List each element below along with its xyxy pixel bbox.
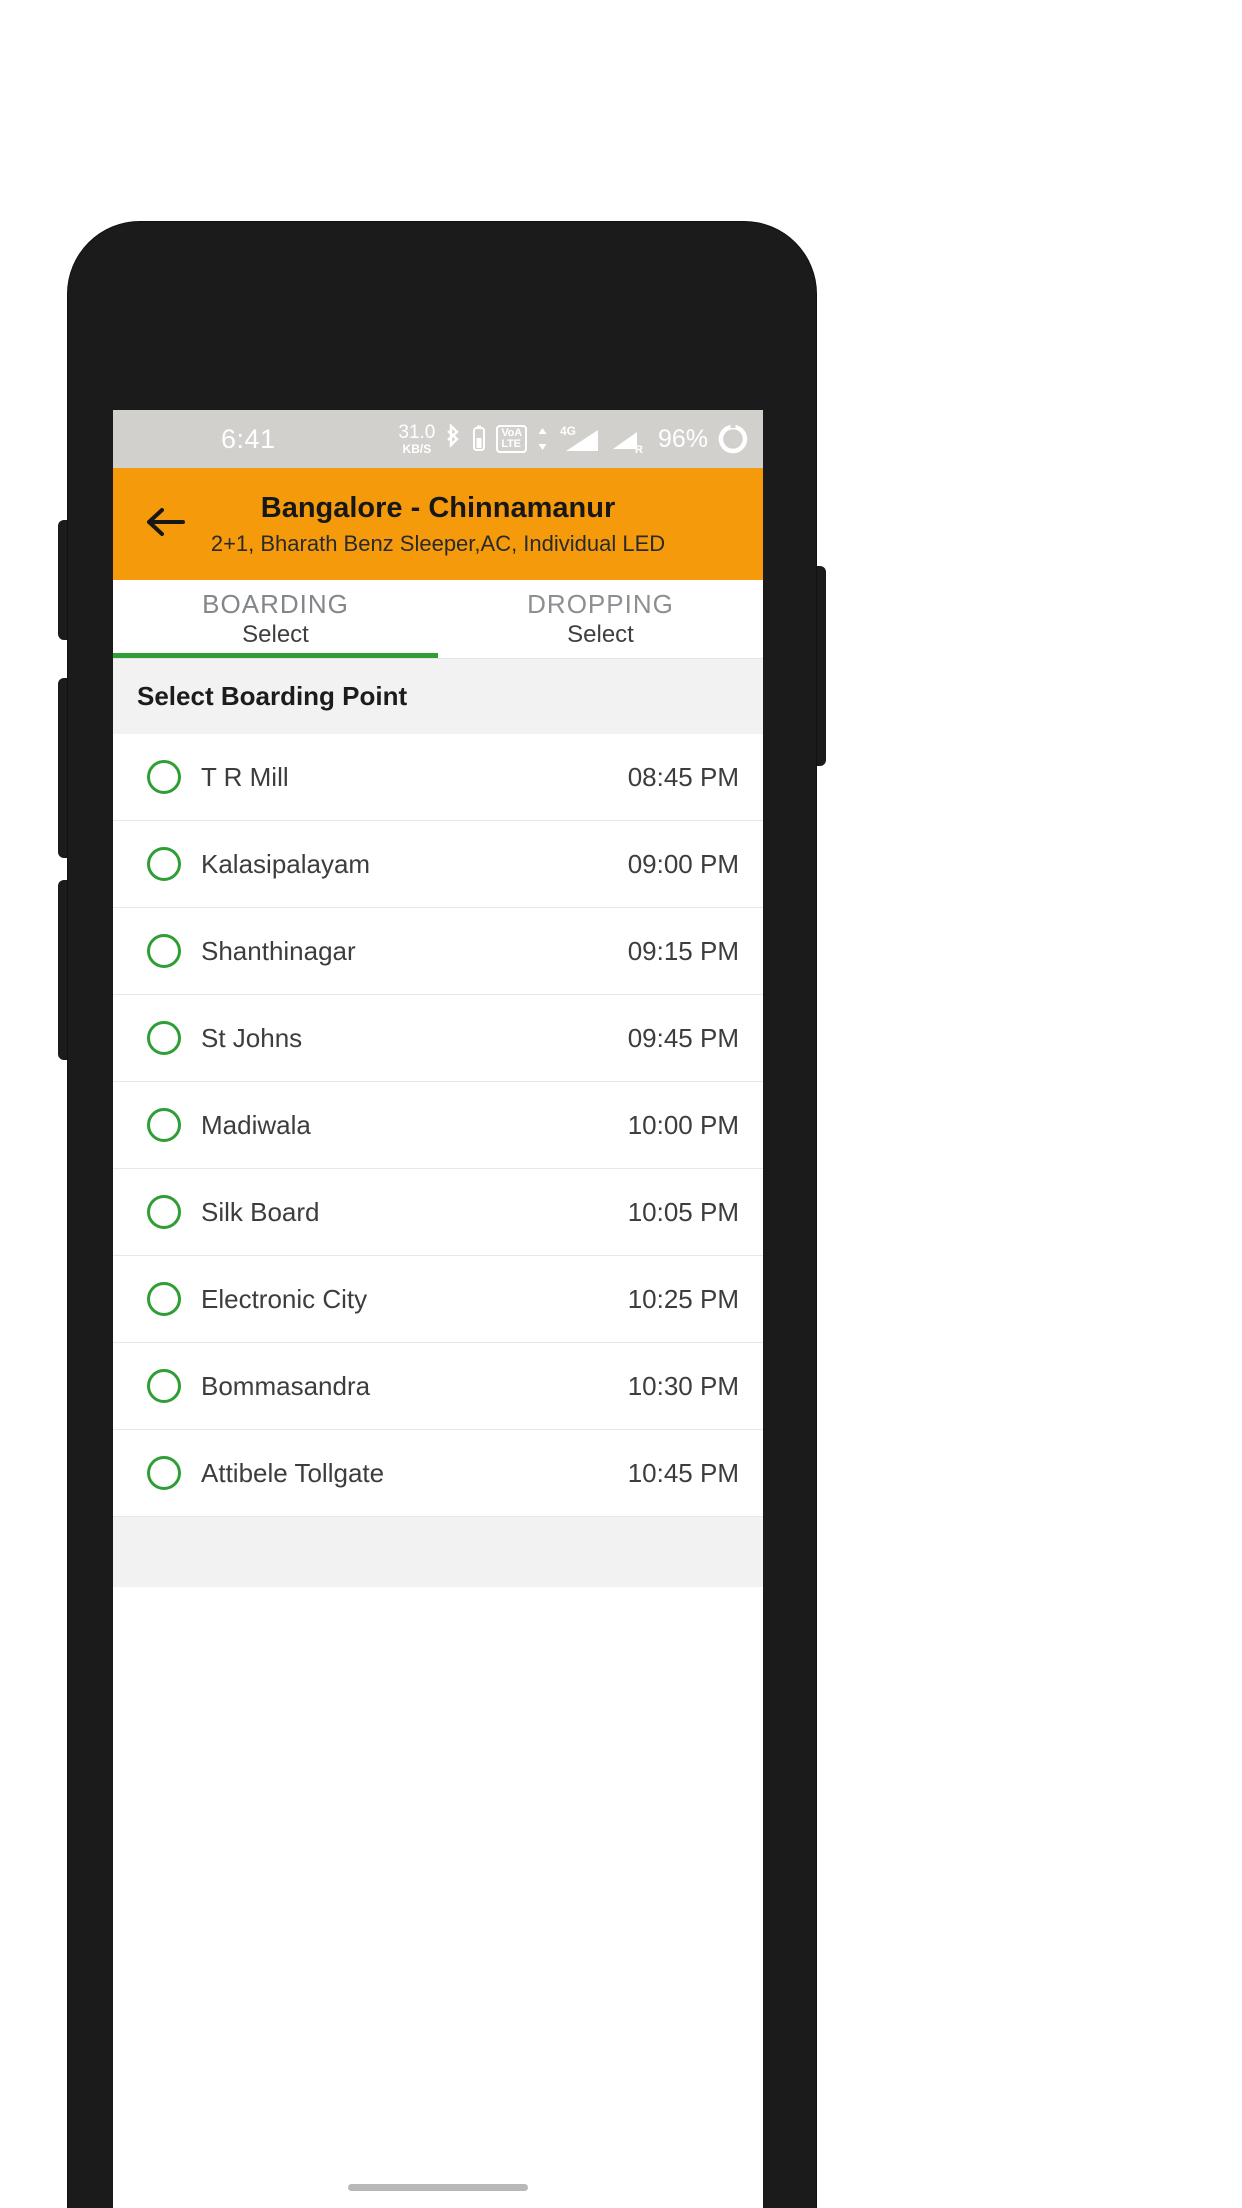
status-bar: 6:41 31.0 KB/S VoA LTE 4G R 96% (113, 410, 763, 468)
boarding-point-time: 08:45 PM (627, 761, 739, 792)
network-speed-indicator: 31.0 KB/S (398, 423, 435, 455)
boarding-point-name: Bommasandra (201, 1370, 371, 1401)
network-speed-value: 31.0 (398, 422, 436, 443)
radio-unselected-icon[interactable] (147, 1195, 181, 1229)
boarding-point-row[interactable]: Silk Board 10:05 PM (113, 1169, 763, 1256)
boarding-point-row[interactable]: Attibele Tollgate 10:45 PM (113, 1430, 763, 1517)
boarding-point-name: Silk Board (201, 1196, 320, 1227)
boarding-point-name: Electronic City (201, 1283, 368, 1314)
tab-boarding[interactable]: BOARDING Select (113, 580, 438, 658)
tab-active-indicator (113, 653, 438, 658)
status-bar-clock: 6:41 (221, 423, 276, 454)
radio-unselected-icon[interactable] (147, 1021, 181, 1055)
status-bar-icons: 31.0 KB/S VoA LTE 4G R 96% (398, 423, 749, 455)
boarding-point-row[interactable]: Kalasipalayam 09:00 PM (113, 821, 763, 908)
boarding-point-name: St Johns (201, 1022, 303, 1053)
boarding-point-time: 10:00 PM (627, 1109, 739, 1140)
bluetooth-icon (444, 424, 462, 454)
screenshot-root: 6:41 31.0 KB/S VoA LTE 4G R 96% Bangalor… (0, 0, 1242, 2208)
back-button[interactable] (135, 494, 195, 554)
boarding-point-time: 09:45 PM (627, 1022, 739, 1053)
radio-unselected-icon[interactable] (147, 1456, 181, 1490)
volte-line-2: LTE (501, 438, 521, 450)
section-header-label: Select Boarding Point (137, 681, 408, 711)
boarding-point-name: Kalasipalayam (201, 848, 371, 879)
boarding-point-row[interactable]: Electronic City 10:25 PM (113, 1256, 763, 1343)
radio-unselected-icon[interactable] (147, 1108, 181, 1142)
radio-unselected-icon[interactable] (147, 760, 181, 794)
back-arrow-icon (143, 505, 187, 544)
app-bar: Bangalore - Chinnamanur 2+1, Bharath Ben… (113, 468, 763, 580)
boarding-point-list: T R Mill 08:45 PM Kalasipalayam 09:00 PM Sha… (113, 734, 763, 1517)
radio-unselected-icon[interactable] (147, 934, 181, 968)
app-bar-text-block: Bangalore - Chinnamanur 2+1, Bharath Ben… (113, 492, 763, 557)
boarding-point-time: 10:05 PM (627, 1196, 739, 1227)
boarding-point-row[interactable]: St Johns 09:45 PM (113, 995, 763, 1082)
tab-bar: BOARDING Select DROPPING Select (113, 580, 763, 658)
battery-percentage: 96% (657, 424, 708, 453)
boarding-point-time: 10:25 PM (627, 1283, 739, 1314)
boarding-point-name: T R Mill (201, 761, 289, 792)
boarding-point-time: 09:00 PM (627, 848, 739, 879)
list-footer-spacer (113, 1517, 763, 1587)
boarding-point-time: 09:15 PM (627, 935, 739, 966)
boarding-point-row[interactable]: Madiwala 10:00 PM (113, 1082, 763, 1169)
signal-roaming-label: R (635, 444, 643, 455)
radio-unselected-icon[interactable] (147, 1369, 181, 1403)
network-speed-unit: KB/S (402, 442, 432, 456)
radio-unselected-icon[interactable] (147, 1282, 181, 1316)
home-indicator[interactable] (348, 2183, 528, 2191)
boarding-point-name: Shanthinagar (201, 935, 356, 966)
boarding-point-time: 10:30 PM (627, 1370, 739, 1401)
data-transfer-icon (536, 426, 549, 452)
boarding-point-row[interactable]: Bommasandra 10:30 PM (113, 1343, 763, 1430)
boarding-point-name: Attibele Tollgate (201, 1457, 385, 1488)
page-title: Bangalore - Chinnamanur (260, 491, 616, 524)
signal-4g-icon: 4G (558, 423, 602, 455)
radio-unselected-icon[interactable] (147, 847, 181, 881)
boarding-point-row[interactable]: T R Mill 08:45 PM (113, 734, 763, 821)
tab-dropping-value: Select (567, 621, 634, 649)
section-header: Select Boarding Point (113, 658, 763, 734)
navigation-hint-bar (113, 2166, 763, 2208)
signal-roaming-icon: R (611, 423, 647, 455)
page-subtitle: 2+1, Bharath Benz Sleeper,AC, Individual… (210, 531, 666, 557)
tab-boarding-label: BOARDING (202, 588, 349, 619)
bluetooth-battery-icon (471, 424, 487, 454)
tab-boarding-value: Select (242, 621, 309, 649)
boarding-point-row[interactable]: Shanthinagar 09:15 PM (113, 908, 763, 995)
battery-circle-icon (717, 423, 749, 455)
tab-dropping-label: DROPPING (527, 588, 674, 619)
phone-screen: 6:41 31.0 KB/S VoA LTE 4G R 96% Bangalor… (113, 410, 763, 2208)
tab-dropping[interactable]: DROPPING Select (438, 580, 763, 658)
boarding-point-time: 10:45 PM (627, 1457, 739, 1488)
signal-4g-label: 4G (560, 424, 576, 438)
volte-icon: VoA LTE (496, 425, 527, 453)
boarding-point-name: Madiwala (201, 1109, 311, 1140)
